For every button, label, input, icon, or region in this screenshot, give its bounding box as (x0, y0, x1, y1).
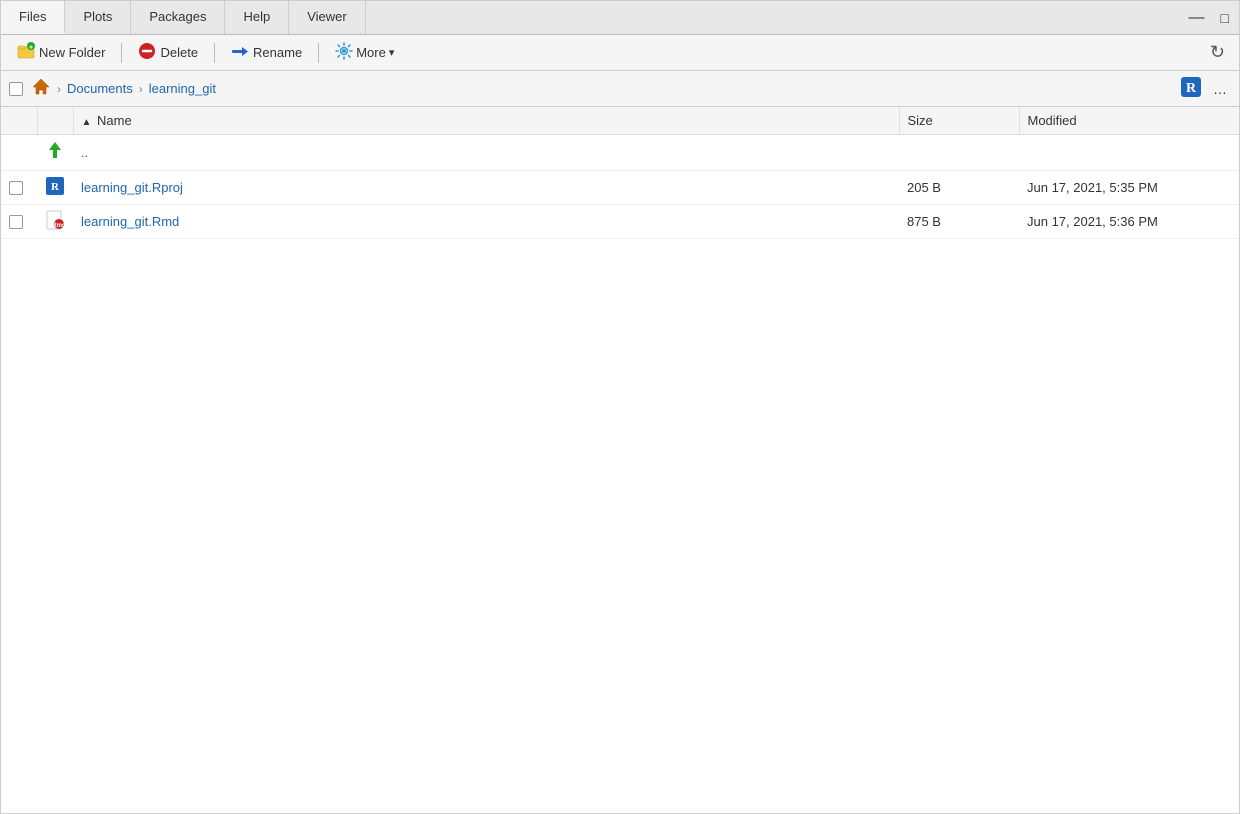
file-checkbox-rmd[interactable] (9, 215, 23, 229)
tab-packages[interactable]: Packages (131, 1, 225, 34)
size-cell-parent (899, 135, 1019, 171)
svg-text:R: R (51, 181, 60, 193)
toolbar-sep-2 (214, 43, 215, 63)
tab-files[interactable]: Files (1, 1, 65, 34)
icon-cell-rmd: Rmd (37, 205, 73, 239)
breadcrumb-more-button[interactable]: … (1209, 80, 1231, 98)
name-cell-rproj[interactable]: learning_git.Rproj (73, 171, 899, 205)
parent-dir-link[interactable]: .. (81, 145, 88, 160)
select-all-checkbox[interactable] (9, 82, 23, 96)
col-icon-header (37, 107, 73, 135)
breadcrumb-bar: › Documents › learning_git R … (1, 71, 1239, 107)
check-cell-rproj[interactable] (1, 171, 37, 205)
col-size-label: Size (908, 113, 933, 128)
file-checkbox-rproj[interactable] (9, 181, 23, 195)
svg-text:R: R (1186, 81, 1197, 96)
reload-button[interactable]: ↻ (1204, 40, 1231, 65)
col-size-header[interactable]: Size (899, 107, 1019, 135)
breadcrumb-documents[interactable]: Documents (67, 81, 133, 96)
tab-help[interactable]: Help (225, 1, 289, 34)
more-dropdown-arrow: ▾ (389, 46, 395, 59)
breadcrumb-sep-2: › (137, 82, 145, 96)
name-cell-parent[interactable]: .. (73, 135, 899, 171)
tab-plots[interactable]: Plots (65, 1, 131, 34)
toolbar: + New Folder Delete (1, 35, 1239, 71)
table-row-rproj: R learning_git.Rproj 205 B Jun 17, 2021,… (1, 171, 1239, 205)
breadcrumb-current: learning_git (149, 81, 216, 96)
modified-cell-rproj: Jun 17, 2021, 5:35 PM (1019, 171, 1239, 205)
more-button[interactable]: More ▾ (327, 39, 402, 66)
table-row-rmd: Rmd learning_git.Rmd 875 B Jun 17, 2021,… (1, 205, 1239, 239)
rename-icon (231, 42, 249, 63)
rename-label: Rename (253, 45, 302, 60)
col-check-header (1, 107, 37, 135)
minimize-button[interactable]: — (1183, 7, 1211, 29)
size-cell-rmd: 875 B (899, 205, 1019, 239)
rmd-file-icon: Rmd (45, 218, 65, 233)
tab-bar: Files Plots Packages Help Viewer — □ (1, 1, 1239, 35)
table-row-parent: .. (1, 135, 1239, 171)
sort-arrow-name: ▲ (82, 117, 92, 128)
toolbar-sep-1 (121, 43, 122, 63)
toolbar-right: ↻ (1204, 40, 1231, 65)
modified-cell-rmd: Jun 17, 2021, 5:36 PM (1019, 205, 1239, 239)
rename-button[interactable]: Rename (223, 39, 310, 66)
svg-text:+: + (29, 45, 33, 52)
icon-cell-rproj: R (37, 171, 73, 205)
r-project-icon[interactable]: R (1179, 75, 1203, 102)
tab-viewer[interactable]: Viewer (289, 1, 366, 34)
col-name-header[interactable]: ▲ Name (73, 107, 899, 135)
icon-cell-parent (37, 135, 73, 171)
check-cell-rmd[interactable] (1, 205, 37, 239)
check-cell-parent (1, 135, 37, 171)
more-label: More (356, 45, 386, 60)
col-modified-header[interactable]: Modified (1019, 107, 1239, 135)
breadcrumb-right: R … (1179, 75, 1231, 102)
modified-cell-parent (1019, 135, 1239, 171)
up-arrow-icon (45, 147, 65, 164)
home-icon[interactable] (31, 77, 51, 100)
file-table: ▲ Name Size Modified (1, 107, 1239, 239)
more-gear-icon (335, 42, 353, 63)
svg-text:Rmd: Rmd (52, 223, 65, 229)
breadcrumb-sep-1: › (55, 82, 63, 96)
table-header-row: ▲ Name Size Modified (1, 107, 1239, 135)
delete-icon (138, 42, 156, 63)
size-cell-rproj: 205 B (899, 171, 1019, 205)
new-folder-label: New Folder (39, 45, 105, 60)
new-folder-icon: + (17, 42, 35, 63)
new-folder-button[interactable]: + New Folder (9, 39, 113, 66)
col-name-label: Name (97, 113, 132, 128)
rmd-file-link[interactable]: learning_git.Rmd (81, 214, 179, 229)
delete-label: Delete (160, 45, 198, 60)
file-list: ▲ Name Size Modified (1, 107, 1239, 813)
maximize-button[interactable]: □ (1215, 8, 1235, 28)
toolbar-sep-3 (318, 43, 319, 63)
name-cell-rmd[interactable]: learning_git.Rmd (73, 205, 899, 239)
delete-button[interactable]: Delete (130, 39, 206, 66)
rproj-file-link[interactable]: learning_git.Rproj (81, 180, 183, 195)
col-modified-label: Modified (1028, 113, 1077, 128)
files-panel: Files Plots Packages Help Viewer — □ + (0, 0, 1240, 814)
rproj-file-icon: R (45, 184, 65, 199)
